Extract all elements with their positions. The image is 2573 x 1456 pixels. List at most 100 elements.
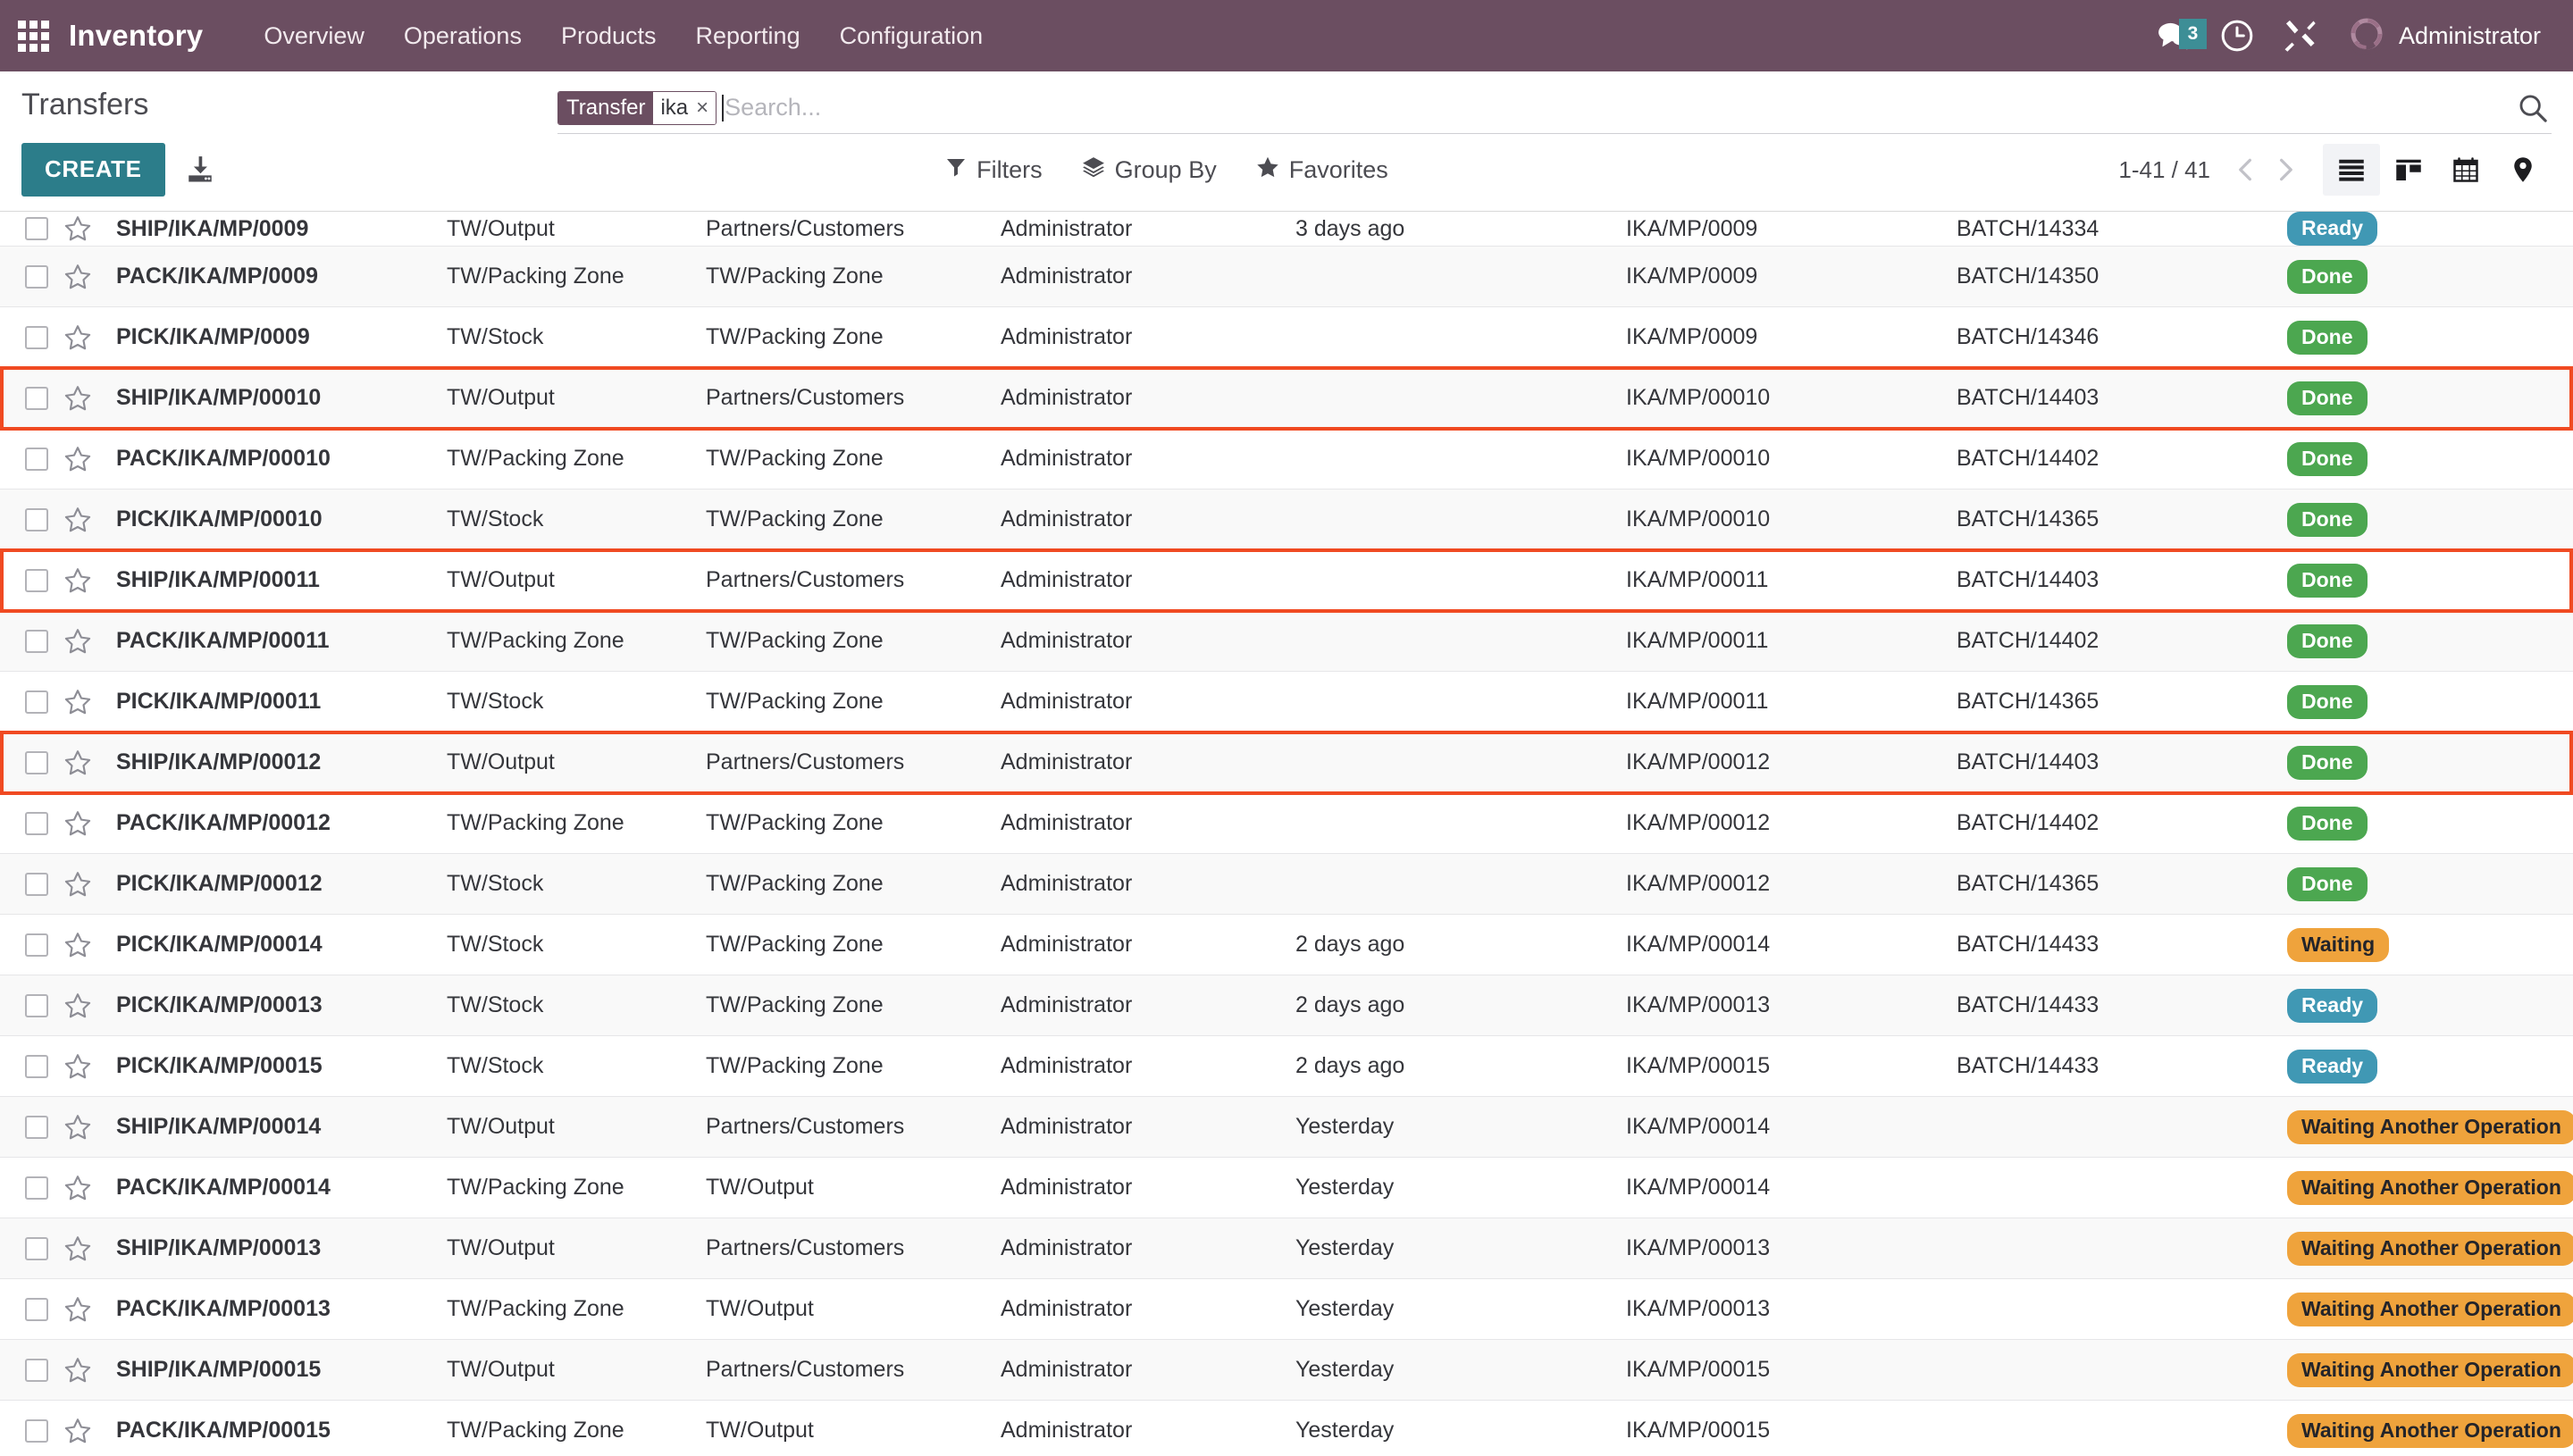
table-row[interactable]: PACK/IKA/MP/00015 TW/Packing Zone TW/Outpu…: [0, 1400, 2573, 1456]
row-checkbox[interactable]: [25, 1115, 48, 1139]
table-row[interactable]: PICK/IKA/MP/00013 TW/Stock TW/Packing Zone…: [0, 975, 2573, 1036]
star-icon[interactable]: [55, 1400, 107, 1456]
table-row[interactable]: SHIP/IKA/MP/00010 TW/Output Partners/Custo…: [0, 367, 2573, 429]
row-checkbox[interactable]: [25, 629, 48, 653]
table-row[interactable]: PICK/IKA/MP/00012 TW/Stock TW/Packing Zone…: [0, 853, 2573, 915]
cell-batch[interactable]: BATCH/14402: [1948, 610, 2278, 672]
batch-link[interactable]: BATCH/14350: [1957, 264, 2099, 289]
row-checkbox-cell[interactable]: [0, 792, 55, 854]
star-icon[interactable]: [55, 212, 107, 247]
cell-batch[interactable]: BATCH/14433: [1948, 975, 2278, 1036]
row-checkbox[interactable]: [25, 1054, 48, 1078]
row-checkbox[interactable]: [25, 264, 48, 289]
table-row[interactable]: SHIP/IKA/MP/0009 TW/Output Partners/Custom…: [0, 212, 2573, 247]
cell-reference[interactable]: PACK/IKA/MP/0009: [107, 246, 438, 307]
star-icon[interactable]: [55, 975, 107, 1036]
cell-batch[interactable]: BATCH/14402: [1948, 428, 2278, 490]
table-row[interactable]: SHIP/IKA/MP/00012 TW/Output Partners/Custo…: [0, 732, 2573, 793]
menu-configuration[interactable]: Configuration: [820, 0, 1003, 71]
batch-link[interactable]: BATCH/14403: [1957, 567, 2099, 592]
star-icon[interactable]: [55, 549, 107, 611]
row-checkbox[interactable]: [25, 933, 48, 957]
menu-products[interactable]: Products: [541, 0, 676, 71]
table-row[interactable]: PICK/IKA/MP/00014 TW/Stock TW/Packing Zone…: [0, 914, 2573, 975]
chevron-right-icon[interactable]: [2266, 146, 2305, 193]
cell-reference[interactable]: PICK/IKA/MP/00013: [107, 975, 438, 1036]
table-row[interactable]: SHIP/IKA/MP/00014 TW/Output Partners/Custo…: [0, 1096, 2573, 1158]
cell-reference[interactable]: SHIP/IKA/MP/00012: [107, 732, 438, 793]
table-row[interactable]: PICK/IKA/MP/00011 TW/Stock TW/Packing Zone…: [0, 671, 2573, 732]
cell-reference[interactable]: PICK/IKA/MP/00010: [107, 489, 438, 550]
table-row[interactable]: PICK/IKA/MP/0009 TW/Stock TW/Packing Zone A…: [0, 306, 2573, 368]
table-row[interactable]: SHIP/IKA/MP/00011 TW/Output Partners/Custo…: [0, 549, 2573, 611]
cell-batch[interactable]: [1948, 1339, 2278, 1401]
table-row[interactable]: PACK/IKA/MP/00013 TW/Packing Zone TW/Outpu…: [0, 1278, 2573, 1340]
row-checkbox-cell[interactable]: [0, 1400, 55, 1456]
cell-batch[interactable]: [1948, 1218, 2278, 1279]
row-checkbox-cell[interactable]: [0, 489, 55, 550]
row-checkbox[interactable]: [25, 1236, 48, 1260]
row-checkbox-cell[interactable]: [0, 732, 55, 793]
import-records-icon[interactable]: [185, 155, 215, 185]
star-icon[interactable]: [55, 792, 107, 854]
row-checkbox-cell[interactable]: [0, 1035, 55, 1097]
cell-batch[interactable]: BATCH/14403: [1948, 549, 2278, 611]
search-icon[interactable]: [2518, 93, 2552, 123]
apps-grid-icon[interactable]: [18, 20, 49, 52]
cell-reference[interactable]: SHIP/IKA/MP/00011: [107, 549, 438, 611]
star-icon[interactable]: [55, 306, 107, 368]
messages-icon[interactable]: 3: [2143, 0, 2207, 71]
batch-link[interactable]: BATCH/14433: [1957, 992, 2099, 1017]
table-row[interactable]: SHIP/IKA/MP/00015 TW/Output Partners/Custo…: [0, 1339, 2573, 1401]
star-icon[interactable]: [55, 489, 107, 550]
cell-reference[interactable]: PICK/IKA/MP/00015: [107, 1035, 438, 1097]
table-row[interactable]: PACK/IKA/MP/0009 TW/Packing Zone TW/Packin…: [0, 246, 2573, 307]
menu-overview[interactable]: Overview: [244, 0, 384, 71]
search-input[interactable]: Search...: [725, 94, 2518, 121]
create-button[interactable]: CREATE: [21, 143, 165, 197]
cell-reference[interactable]: SHIP/IKA/MP/00013: [107, 1218, 438, 1279]
cell-batch[interactable]: [1948, 1278, 2278, 1340]
cell-reference[interactable]: PACK/IKA/MP/00012: [107, 792, 438, 854]
row-checkbox-cell[interactable]: [0, 914, 55, 975]
cell-reference[interactable]: PICK/IKA/MP/00012: [107, 853, 438, 915]
batch-link[interactable]: BATCH/14365: [1957, 506, 2099, 531]
star-icon[interactable]: [55, 732, 107, 793]
cell-batch[interactable]: BATCH/14402: [1948, 792, 2278, 854]
cell-batch[interactable]: BATCH/14433: [1948, 914, 2278, 975]
cell-reference[interactable]: PACK/IKA/MP/00014: [107, 1157, 438, 1218]
star-icon[interactable]: [55, 853, 107, 915]
clock-icon[interactable]: [2206, 0, 2268, 71]
calendar-icon[interactable]: [2437, 144, 2494, 196]
batch-link[interactable]: BATCH/14402: [1957, 810, 2099, 835]
menu-reporting[interactable]: Reporting: [676, 0, 820, 71]
chevron-left-icon[interactable]: [2226, 146, 2266, 193]
filters-dropdown[interactable]: Filters: [945, 156, 1043, 184]
batch-link[interactable]: BATCH/14402: [1957, 628, 2099, 653]
row-checkbox[interactable]: [25, 690, 48, 714]
cell-batch[interactable]: [1948, 1157, 2278, 1218]
row-checkbox-cell[interactable]: [0, 853, 55, 915]
row-checkbox[interactable]: [25, 507, 48, 531]
row-checkbox-cell[interactable]: [0, 367, 55, 429]
row-checkbox-cell[interactable]: [0, 610, 55, 672]
cell-reference[interactable]: PACK/IKA/MP/00011: [107, 610, 438, 672]
row-checkbox[interactable]: [25, 993, 48, 1017]
groupby-dropdown[interactable]: Group By: [1082, 155, 1217, 185]
cell-batch[interactable]: BATCH/14365: [1948, 671, 2278, 732]
table-row[interactable]: PACK/IKA/MP/00014 TW/Packing Zone TW/Outpu…: [0, 1157, 2573, 1218]
transfers-list[interactable]: SHIP/IKA/MP/0009 TW/Output Partners/Custom…: [0, 212, 2573, 1456]
row-checkbox[interactable]: [25, 325, 48, 349]
row-checkbox-cell[interactable]: [0, 671, 55, 732]
cell-batch[interactable]: BATCH/14334: [1948, 212, 2278, 247]
batch-link[interactable]: BATCH/14433: [1957, 1053, 2099, 1078]
cell-reference[interactable]: SHIP/IKA/MP/00014: [107, 1096, 438, 1158]
row-checkbox[interactable]: [25, 1358, 48, 1382]
table-row[interactable]: PACK/IKA/MP/00010 TW/Packing Zone TW/Packi…: [0, 428, 2573, 490]
cell-batch[interactable]: BATCH/14403: [1948, 367, 2278, 429]
row-checkbox[interactable]: [25, 217, 48, 240]
row-checkbox-cell[interactable]: [0, 975, 55, 1036]
pager-counter[interactable]: 1-41 / 41: [2118, 156, 2210, 184]
batch-link[interactable]: BATCH/14403: [1957, 749, 2099, 774]
close-icon[interactable]: ×: [696, 96, 708, 119]
